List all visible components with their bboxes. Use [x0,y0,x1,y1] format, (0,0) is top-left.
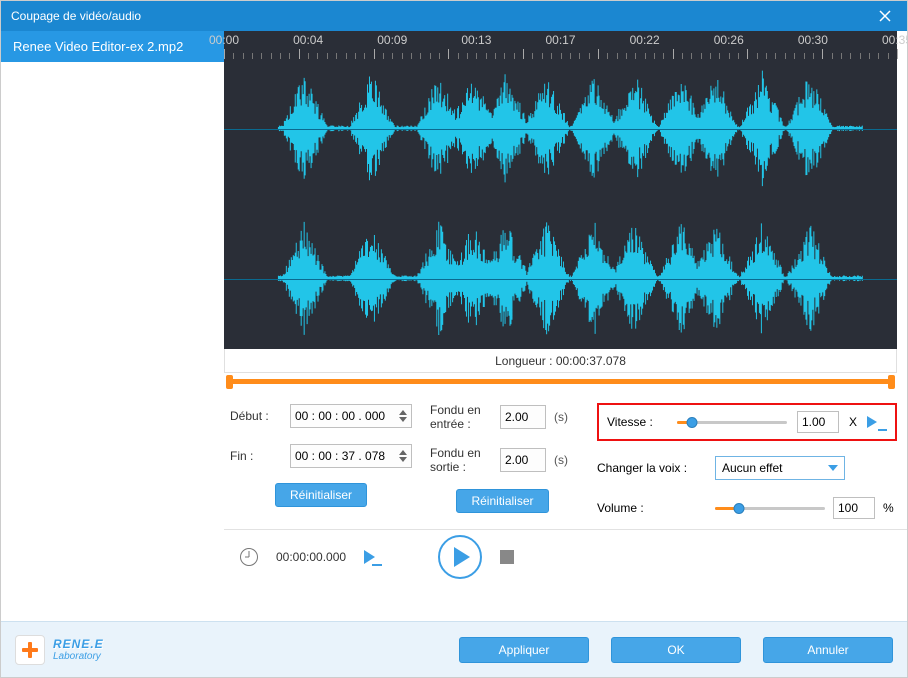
end-time-input[interactable] [290,444,412,468]
logo-badge-icon [15,635,45,665]
fade-in-input[interactable] [500,405,546,429]
fade-out-input[interactable] [500,448,546,472]
start-time-field[interactable] [295,409,395,423]
end-time-field[interactable] [295,449,395,463]
ruler-tick: 00:04 [293,33,323,47]
sidebar-file-item[interactable]: Renee Video Editor-ex 2.mp2 [1,31,224,62]
main-area: Renee Video Editor-ex 2.mp2 00:00 00:04 00… [1,31,907,621]
reset-trim-button[interactable]: Réinitialiser [275,483,367,507]
range-handle-start[interactable] [226,375,233,389]
waveform-channel-right [224,214,897,344]
length-value: 00:00:37.078 [556,354,626,368]
clock-icon [240,548,258,566]
fade-in-unit: (s) [554,410,568,424]
volume-value-input[interactable] [833,497,875,519]
start-label: Début : [230,409,282,423]
ruler-tick: 00:35 [882,33,908,47]
plus-icon [21,641,39,659]
ruler-tick: 00:17 [545,33,575,47]
playback-time: 00:00:00.000 [276,550,346,564]
playback-bar: 00:00:00.000 [224,529,907,583]
fade-out-field[interactable] [505,453,541,467]
apply-button[interactable]: Appliquer [459,637,589,663]
reset-fade-button[interactable]: Réinitialiser [456,489,548,513]
speed-preview-play-icon[interactable] [867,416,887,428]
speed-value-input[interactable] [797,411,839,433]
length-display: Longueur : 00:00:37.078 [224,349,897,373]
speed-unit: X [849,415,857,429]
voice-selected: Aucun effet [722,461,783,475]
title-bar: Coupage de vidéo/audio [1,1,907,31]
ok-button[interactable]: OK [611,637,741,663]
length-label: Longueur : [495,354,552,368]
play-button[interactable] [438,535,482,579]
play-icon [454,547,470,567]
speed-section-highlight: Vitesse : X [597,403,897,441]
volume-unit: % [883,501,894,515]
speed-slider[interactable] [677,415,787,429]
close-icon[interactable] [873,4,897,28]
chevron-down-icon [828,465,838,471]
volume-slider[interactable] [715,501,825,515]
speed-label: Vitesse : [607,415,667,429]
start-spinner[interactable] [399,410,407,422]
ruler-tick: 00:26 [714,33,744,47]
waveform-channel-left [224,64,897,194]
start-time-input[interactable] [290,404,412,428]
file-sidebar: Renee Video Editor-ex 2.mp2 [1,31,224,621]
ruler-tick: 00:00 [209,33,239,47]
fade-in-field[interactable] [505,410,541,424]
time-ruler[interactable]: 00:0000:0400:0900:1300:1700:2200:2600:30… [224,31,897,59]
ruler-tick: 00:30 [798,33,828,47]
seek-play-icon[interactable] [364,550,382,564]
stop-button[interactable] [500,550,514,564]
brand-logo: RENE.E Laboratory [15,635,104,665]
ruler-tick: 00:13 [461,33,491,47]
volume-label: Volume : [597,501,707,515]
controls-panel: Début : Fin : Réinitialiser [224,397,907,521]
ruler-tick: 00:09 [377,33,407,47]
editor-content: 00:0000:0400:0900:1300:1700:2200:2600:30… [224,31,907,621]
range-handle-end[interactable] [888,375,895,389]
fade-out-unit: (s) [554,453,568,467]
cancel-button[interactable]: Annuler [763,637,893,663]
brand-name: RENE.E [53,637,104,651]
selection-range-bar[interactable] [224,373,897,391]
footer-bar: RENE.E Laboratory Appliquer OK Annuler [1,621,907,677]
window-title: Coupage de vidéo/audio [11,9,141,23]
end-label: Fin : [230,449,282,463]
brand-sub: Laboratory [53,651,104,662]
waveform-display[interactable] [224,59,897,349]
voice-label: Changer la voix : [597,461,707,475]
fade-out-label: Fondu en sortie : [430,446,492,475]
voice-dropdown[interactable]: Aucun effet [715,456,845,480]
fade-in-label: Fondu en entrée : [430,403,492,432]
ruler-tick: 00:22 [630,33,660,47]
end-spinner[interactable] [399,450,407,462]
